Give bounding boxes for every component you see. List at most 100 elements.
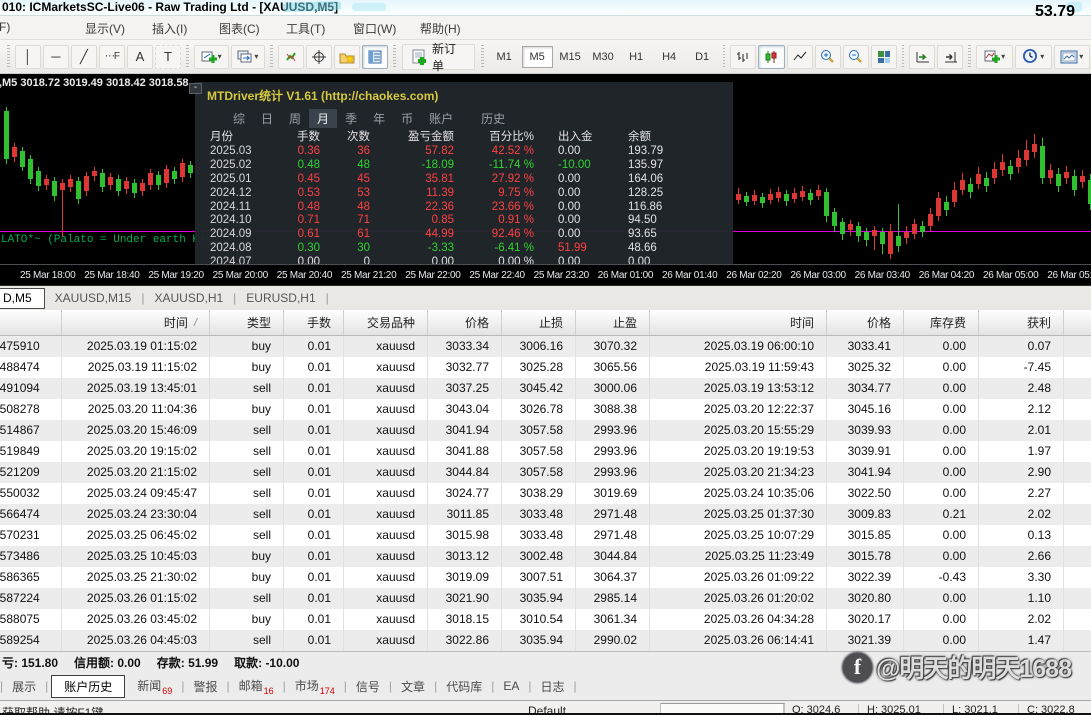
table-row[interactable]: 95863652025.03.25 21:30:02buy0.01xauusd3…: [0, 567, 1091, 588]
indicators-icon[interactable]: ▾: [976, 45, 1013, 69]
toolbar-grip[interactable]: [186, 45, 189, 69]
menu-item-0[interactable]: 显示(V): [85, 20, 125, 37]
fibonacci-icon[interactable]: ⋯F: [99, 45, 125, 69]
chart-shift-icon[interactable]: [937, 45, 963, 69]
bottom-tab-0[interactable]: 展示: [3, 678, 45, 695]
market-watch-icon[interactable]: [278, 45, 304, 69]
stats-tab-5[interactable]: 年: [365, 109, 393, 128]
history-header-cell[interactable]: 价格: [827, 310, 904, 335]
chart-tab-2[interactable]: EURUSD,H1: [236, 291, 325, 305]
stats-tab-4[interactable]: 季: [337, 109, 365, 128]
timeframe-h1[interactable]: H1: [621, 46, 652, 68]
toolbar-grip[interactable]: [902, 45, 905, 69]
timeframe-m5[interactable]: M5: [522, 46, 553, 68]
toolbar-grip[interactable]: [481, 45, 484, 69]
bottom-tab-3[interactable]: 警报: [184, 678, 226, 695]
panel-minimize-button[interactable]: -: [189, 83, 202, 94]
history-header-cell[interactable]: 手数: [284, 310, 344, 335]
toolbar-grip[interactable]: [270, 45, 273, 69]
new-chart-icon[interactable]: ▾: [194, 45, 229, 69]
bottom-tab-6[interactable]: 信号: [347, 678, 389, 695]
horizontal-line-icon[interactable]: ─: [43, 45, 69, 69]
zoom-out-icon[interactable]: [843, 45, 869, 69]
bottom-tab-8[interactable]: 代码库: [437, 678, 491, 695]
menu-item-3[interactable]: 工具(T): [286, 20, 325, 37]
tile-windows-icon[interactable]: [871, 45, 897, 69]
menu-item-1[interactable]: 插入(I): [152, 20, 187, 37]
chart-tab-1[interactable]: XAUUSD,H1: [144, 291, 233, 305]
bottom-tab-1[interactable]: 账户历史: [51, 675, 125, 698]
stats-tab-2[interactable]: 周: [281, 109, 309, 128]
stats-tab-3[interactable]: 月: [309, 109, 337, 128]
candlestick-icon[interactable]: [758, 45, 784, 69]
vertical-line-icon[interactable]: │: [15, 45, 41, 69]
table-row[interactable]: 95500322025.03.24 09:45:47sell0.01xauusd…: [0, 483, 1091, 504]
toolbar-grip[interactable]: [393, 45, 396, 69]
menu-item-4[interactable]: 窗口(W): [353, 20, 396, 37]
zoom-in-icon[interactable]: [815, 45, 841, 69]
table-row[interactable]: 95212092025.03.20 21:15:02sell0.01xauusd…: [0, 462, 1091, 483]
auto-scroll-icon[interactable]: [909, 45, 935, 69]
table-row[interactable]: 94910942025.03.19 13:45:01sell0.01xauusd…: [0, 378, 1091, 399]
history-header-cell[interactable]: 价格: [428, 310, 502, 335]
trendline-icon[interactable]: ╱: [71, 45, 97, 69]
history-header-cell[interactable]: [1064, 310, 1091, 335]
chart-area[interactable]: D,M5 3018.72 3019.49 3018.42 3018.58 - L…: [0, 74, 1091, 285]
history-header-cell[interactable]: 止损: [502, 310, 576, 335]
timeframe-h4[interactable]: H4: [654, 46, 685, 68]
table-row[interactable]: 95880752025.03.26 03:45:02buy0.01xauusd3…: [0, 609, 1091, 630]
chart-tab-0[interactable]: XAUUSD,M15: [45, 291, 142, 305]
bottom-tab-10[interactable]: 日志: [531, 678, 573, 695]
bottom-tab-2[interactable]: 新闻69: [128, 677, 181, 696]
table-row[interactable]: 95872242025.03.26 01:15:02sell0.01xauusd…: [0, 588, 1091, 609]
mtdriver-stats-panel[interactable]: MTDriver统计 V1.61 (http://chaokes.com) 综日…: [195, 82, 733, 265]
table-row[interactable]: 95702312025.03.25 06:45:02sell0.01xauusd…: [0, 525, 1091, 546]
table-row[interactable]: 95148672025.03.20 15:46:09sell0.01xauusd…: [0, 420, 1091, 441]
history-header-cell[interactable]: 时间/: [62, 310, 210, 335]
menu-item-file-clipped[interactable]: (F): [0, 20, 10, 34]
table-row[interactable]: 95082782025.03.20 11:04:36buy0.01xauusd3…: [0, 399, 1091, 420]
stats-tab-1[interactable]: 日: [253, 109, 281, 128]
table-row[interactable]: 94759102025.03.19 01:15:02buy0.01xauusd3…: [0, 336, 1091, 357]
periods-clock-icon[interactable]: ▾: [1015, 45, 1052, 69]
bottom-tab-7[interactable]: 文章: [392, 678, 434, 695]
menu-item-2[interactable]: 图表(C): [219, 20, 260, 37]
stats-tab-8[interactable]: 历史: [473, 109, 513, 128]
history-header-cell[interactable]: 类型: [210, 310, 284, 335]
timeframe-d1[interactable]: D1: [687, 46, 718, 68]
table-row[interactable]: 95198492025.03.20 19:15:02sell0.01xauusd…: [0, 441, 1091, 462]
label-icon[interactable]: T: [155, 45, 181, 69]
stats-tab-0[interactable]: 综: [225, 109, 253, 128]
history-header-cell[interactable]: 时间: [650, 310, 827, 335]
timeframe-m15[interactable]: M15: [555, 46, 586, 68]
chart-tab-active[interactable]: D,M5: [0, 288, 45, 309]
table-row[interactable]: 95734862025.03.25 10:45:03buy0.01xauusd3…: [0, 546, 1091, 567]
toolbar-grip[interactable]: [968, 45, 971, 69]
history-header-cell[interactable]: 止盈: [576, 310, 650, 335]
text-icon[interactable]: A: [127, 45, 153, 69]
history-header-cell[interactable]: 交易品种: [344, 310, 428, 335]
table-row[interactable]: 95892542025.03.26 04:45:03sell0.01xauusd…: [0, 630, 1091, 651]
bottom-tab-4[interactable]: 邮箱16: [230, 677, 283, 696]
data-window-icon[interactable]: [362, 45, 388, 69]
stats-tab-7[interactable]: 账户: [421, 109, 461, 128]
bottom-tab-5[interactable]: 市场174: [286, 677, 344, 696]
table-row[interactable]: 94884742025.03.19 11:15:02buy0.01xauusd3…: [0, 357, 1091, 378]
menu-item-5[interactable]: 帮助(H): [420, 20, 461, 37]
bar-chart-icon[interactable]: [730, 45, 756, 69]
favorites-icon[interactable]: [334, 45, 360, 69]
toolbar-grip[interactable]: [7, 45, 10, 69]
chart-profiles-icon[interactable]: ▾: [231, 45, 266, 69]
templates-icon[interactable]: ▾: [1054, 45, 1091, 69]
history-header-id[interactable]: [0, 310, 62, 335]
history-header-cell[interactable]: 获利: [979, 310, 1064, 335]
table-row[interactable]: 95664742025.03.24 23:30:04sell0.01xauusd…: [0, 504, 1091, 525]
timeframe-m30[interactable]: M30: [588, 46, 619, 68]
stats-tab-6[interactable]: 币: [393, 109, 421, 128]
history-header-cell[interactable]: 库存费: [904, 310, 979, 335]
crosshair-icon[interactable]: [306, 45, 332, 69]
toolbar-grip[interactable]: [723, 45, 726, 69]
bottom-tab-ea[interactable]: EA: [494, 679, 528, 693]
timeframe-m1[interactable]: M1: [489, 46, 520, 68]
new-order-button[interactable]: 新订单: [402, 44, 475, 70]
